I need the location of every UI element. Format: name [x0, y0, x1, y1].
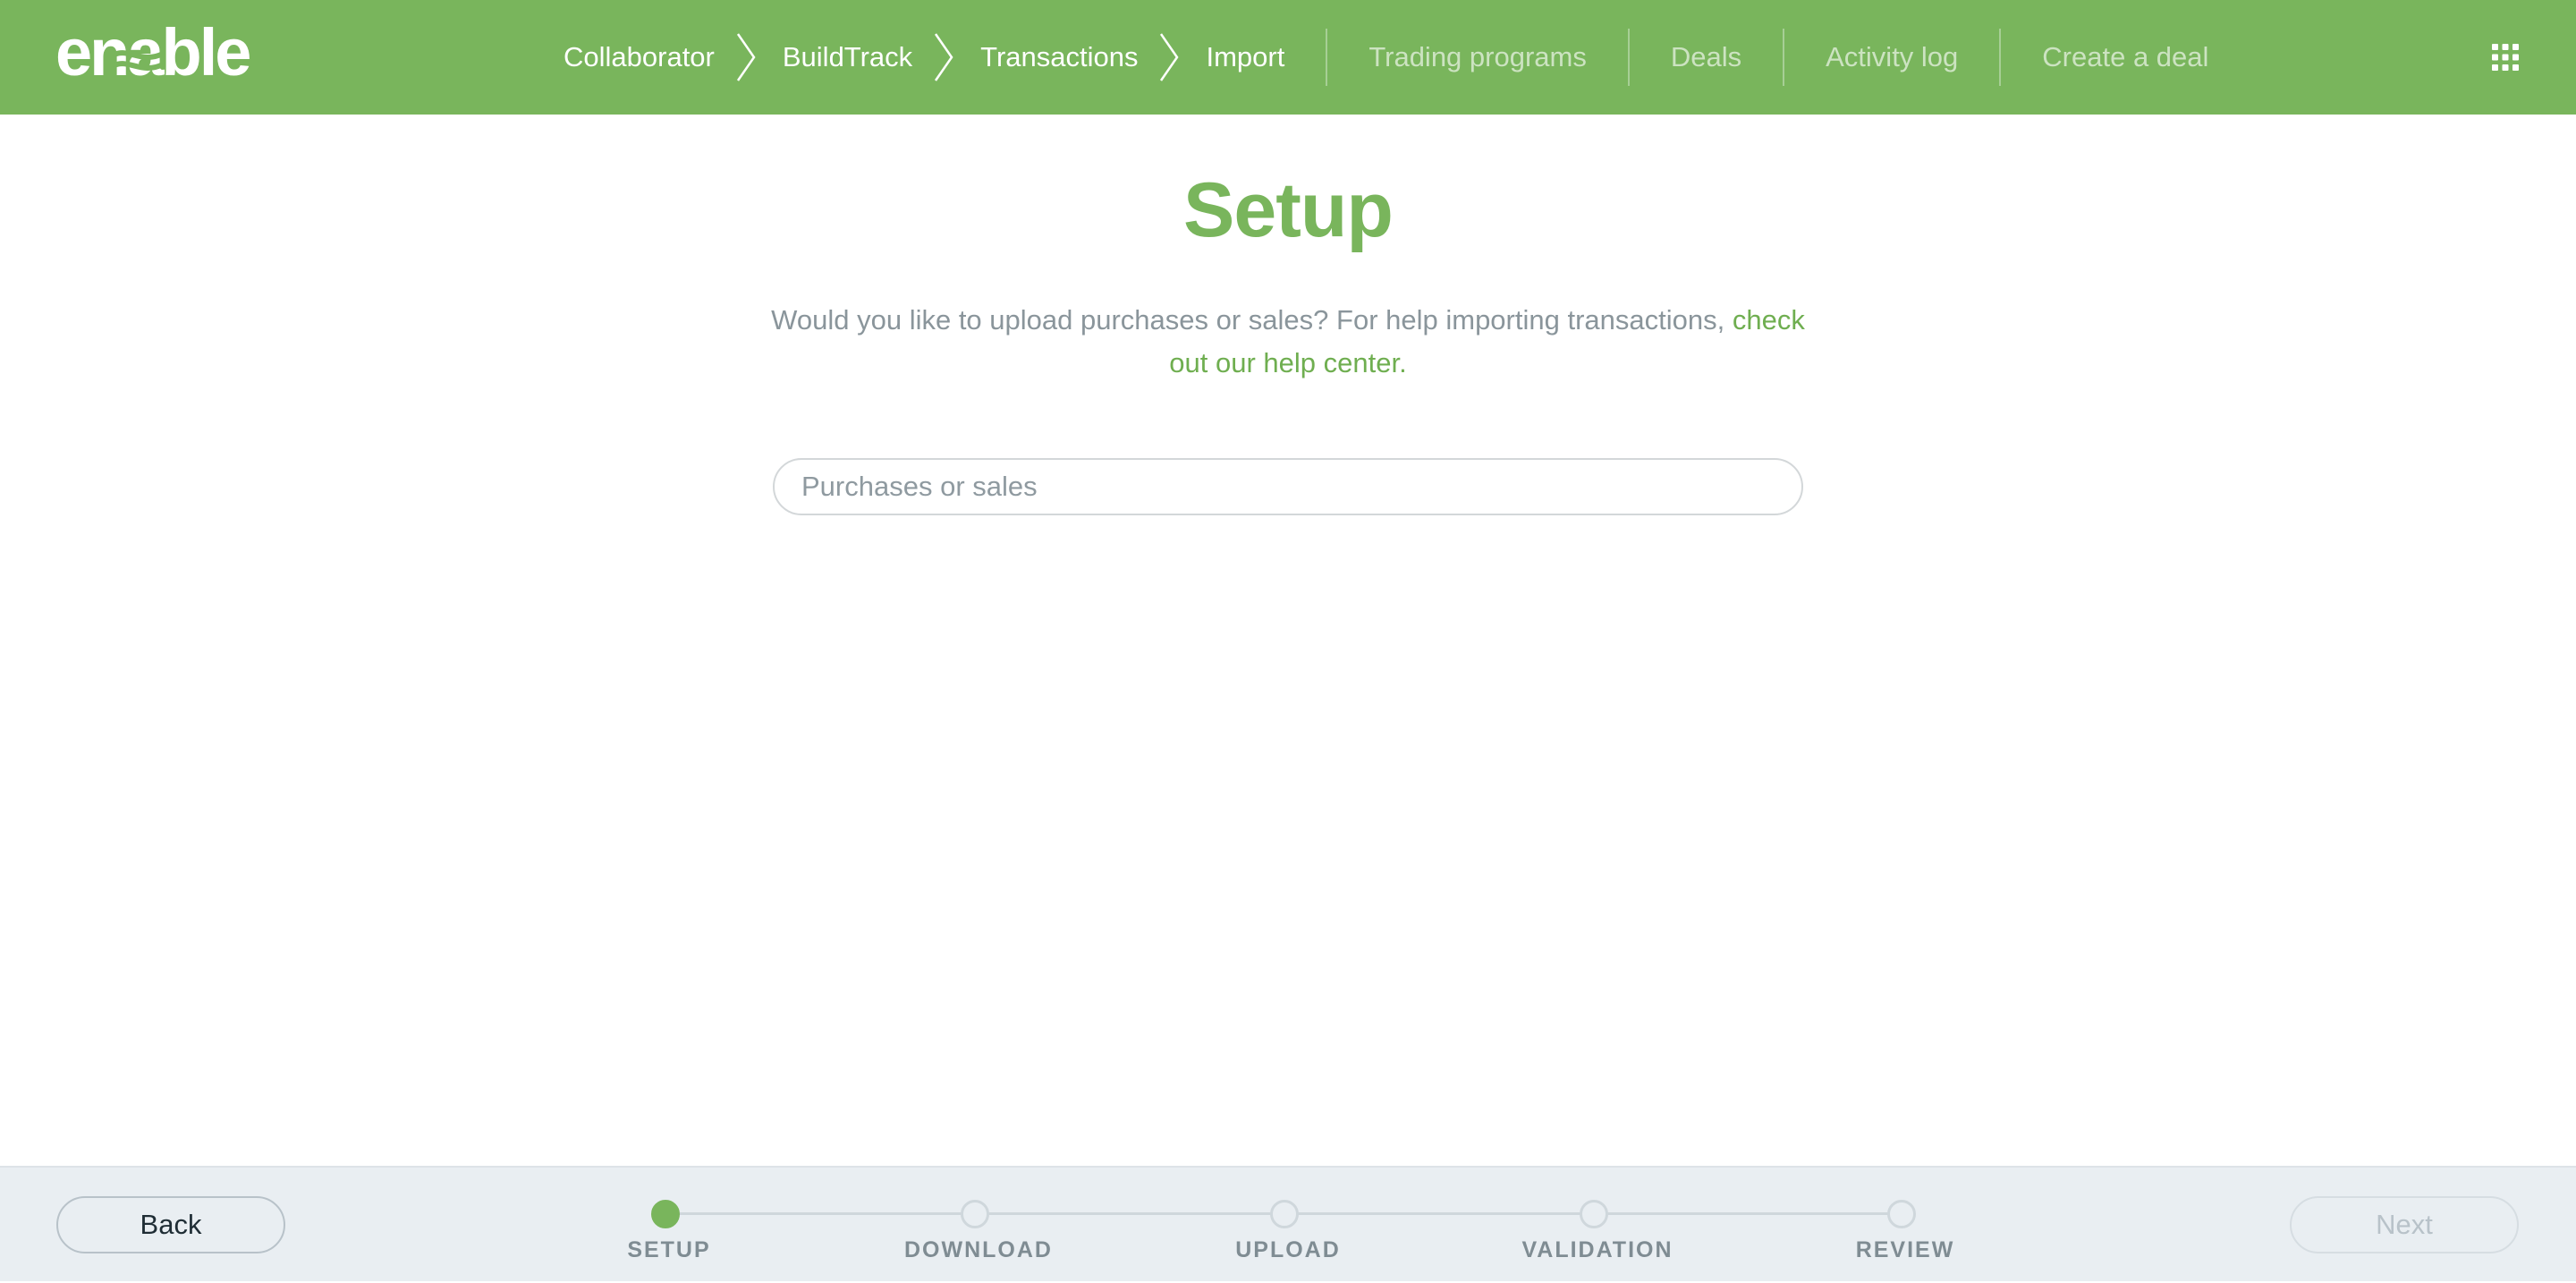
chevron-right-icon [935, 33, 953, 81]
step-connector [975, 1212, 1284, 1215]
svg-text:enable: enable [55, 20, 250, 86]
enable-logo[interactable]: enable [55, 20, 324, 86]
progress-stepper: SETUP DOWNLOAD UPLOAD VALIDATION REVIEW [0, 1168, 2576, 1283]
intro-text-body: Would you like to upload purchases or sa… [771, 304, 1733, 336]
chevron-right-icon [736, 33, 756, 81]
grid-icon[interactable] [2492, 44, 2519, 71]
nav-divider [1326, 29, 1328, 86]
breadcrumb-collaborator[interactable]: Collaborator [564, 41, 715, 73]
nav-divider [1783, 29, 1785, 86]
nav-deals[interactable]: Deals [1671, 41, 1741, 73]
wizard-footer: Back SETUP DOWNLOAD UPLOAD VALIDATION RE… [0, 1166, 2576, 1281]
step-dot-upload [1270, 1200, 1299, 1228]
next-button[interactable]: Next [2290, 1196, 2519, 1253]
nav-divider [1627, 29, 1630, 86]
step-dot-validation [1580, 1200, 1608, 1228]
step-dot-setup [651, 1200, 680, 1228]
breadcrumb-import[interactable]: Import [1206, 41, 1284, 73]
step-label-download: DOWNLOAD [904, 1237, 1053, 1262]
nav-create-a-deal[interactable]: Create a deal [2042, 41, 2208, 73]
step-label-setup: SETUP [627, 1237, 711, 1262]
step-label-upload: UPLOAD [1235, 1237, 1341, 1262]
step-dot-review [1887, 1200, 1916, 1228]
step-label-validation: VALIDATION [1521, 1237, 1674, 1262]
breadcrumb-nav: Collaborator BuildTrack Transactions Imp… [564, 0, 2208, 115]
nav-trading-programs[interactable]: Trading programs [1368, 41, 1587, 73]
top-navigation-bar: enable Collaborator BuildTrack Transacti… [0, 0, 2576, 115]
intro-text: Would you like to upload purchases or sa… [751, 299, 1825, 385]
purchases-or-sales-select[interactable] [773, 458, 1803, 515]
page-title: Setup [1183, 167, 1394, 253]
step-label-review: REVIEW [1855, 1237, 1955, 1262]
step-dot-download [961, 1200, 989, 1228]
chevron-right-icon [1160, 33, 1180, 81]
step-connector [1594, 1212, 1902, 1215]
nav-divider [1999, 29, 2002, 86]
breadcrumb-buildtrack[interactable]: BuildTrack [783, 41, 912, 73]
step-connector [1284, 1212, 1594, 1215]
nav-activity-log[interactable]: Activity log [1826, 41, 1958, 73]
breadcrumb-transactions[interactable]: Transactions [980, 41, 1138, 73]
step-connector [665, 1212, 975, 1215]
